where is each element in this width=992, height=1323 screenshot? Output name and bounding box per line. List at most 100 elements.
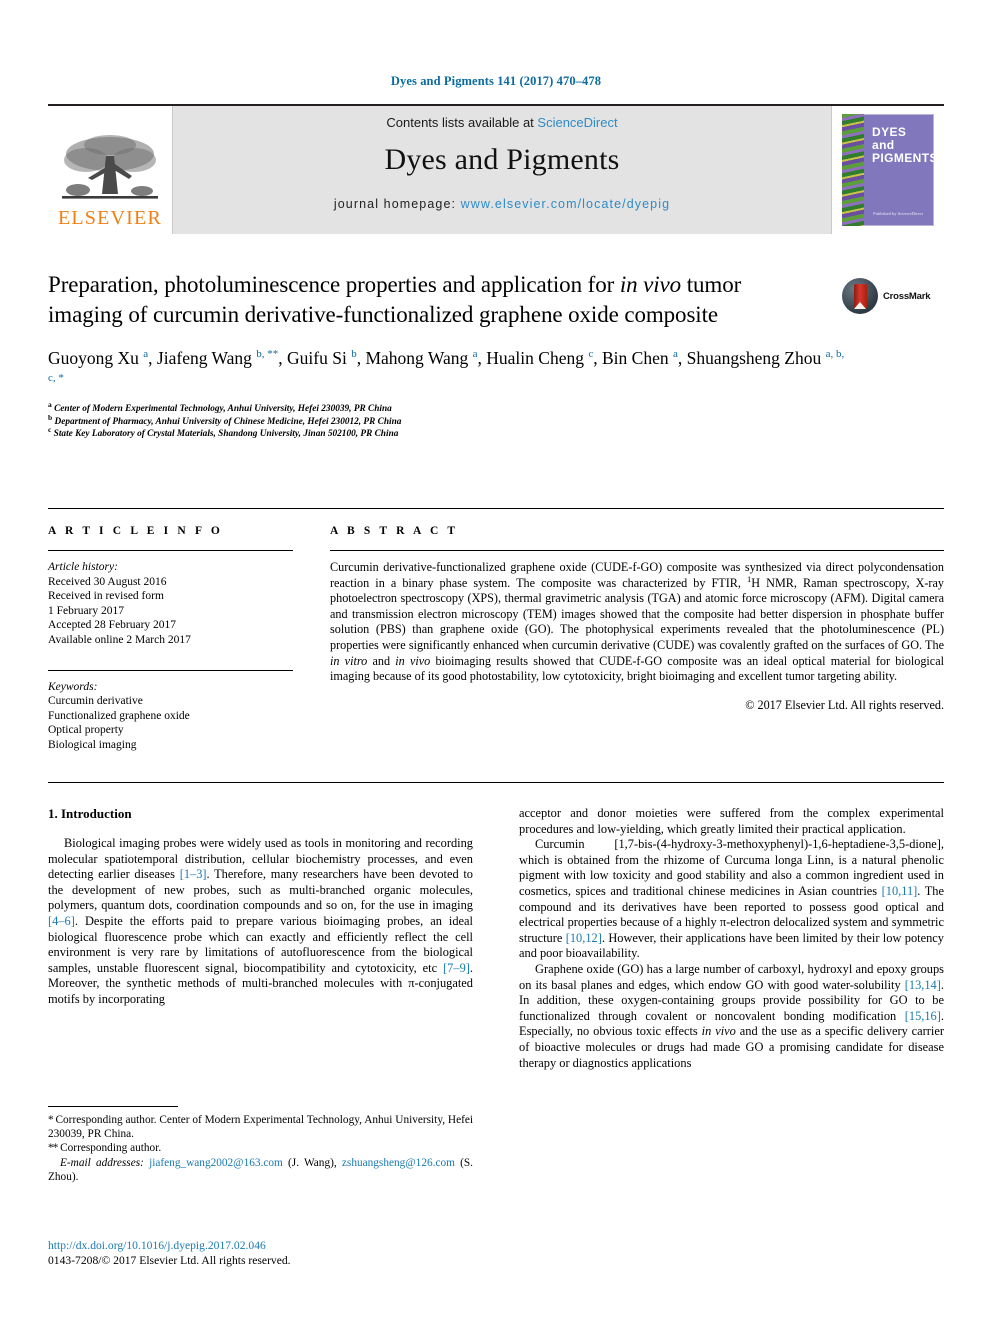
article-page: Dyes and Pigments 141 (2017) 470–478 ELS… bbox=[0, 0, 992, 1323]
author-name: Jiafeng Wang bbox=[156, 348, 252, 368]
journal-title: Dyes and Pigments bbox=[384, 143, 620, 176]
citation-ref[interactable]: [1–3] bbox=[180, 867, 207, 881]
abstract-heading: A B S T R A C T bbox=[330, 525, 459, 537]
divider bbox=[330, 550, 944, 551]
citation-ref[interactable]: [13,14] bbox=[905, 978, 941, 992]
abstract-text: Curcumin derivative-functionalized graph… bbox=[330, 560, 944, 685]
author-separator: , bbox=[278, 348, 288, 368]
citation-ref[interactable]: [4–6] bbox=[48, 914, 75, 928]
author-entry: Hualin Cheng c, bbox=[486, 348, 602, 368]
author-entry: Guifu Si b, bbox=[287, 348, 365, 368]
keyword-item: Functionalized graphene oxide bbox=[48, 709, 190, 722]
homepage-label: journal homepage: bbox=[333, 197, 461, 211]
go-text-1: Graphene oxide (GO) has a large number o… bbox=[519, 961, 944, 992]
affiliation-text: Center of Modern Experimental Technology… bbox=[54, 404, 392, 414]
elsevier-wordmark: ELSEVIER bbox=[57, 207, 163, 229]
affiliation-text: Department of Pharmacy, Anhui University… bbox=[54, 416, 402, 427]
affiliation-mark: a bbox=[48, 399, 52, 409]
section-heading-introduction: 1. Introduction bbox=[48, 806, 132, 821]
author-entry: Mahong Wang a, bbox=[365, 348, 486, 368]
doi-block: http://dx.doi.org/10.1016/j.dyepig.2017.… bbox=[48, 1238, 548, 1268]
elsevier-tree-icon bbox=[62, 135, 158, 199]
email-link-1[interactable]: jiafeng_wang2002@163.com bbox=[149, 1157, 283, 1169]
intro-paragraph-right-2: Curcumin [1,7-bis-(4-hydroxy-3-methoxyph… bbox=[519, 837, 944, 962]
keyword-item: Optical property bbox=[48, 724, 124, 737]
intro-paragraph-right-3: Graphene oxide (GO) has a large number o… bbox=[519, 962, 944, 1071]
article-info-column: A R T I C L E I N F O Article history: R… bbox=[48, 525, 293, 753]
issn-copyright-line: 0143-7208/© 2017 Elsevier Ltd. All right… bbox=[48, 1254, 291, 1267]
intro-paragraph-left: Biological imaging probes were widely us… bbox=[48, 836, 473, 1008]
abstract-part-3: and bbox=[367, 653, 396, 668]
affiliation-list: a Center of Modern Experimental Technolo… bbox=[48, 399, 944, 441]
keywords-block: Keywords: Curcumin derivative Functional… bbox=[48, 680, 293, 753]
email-owner-1: (J. Wang), bbox=[282, 1156, 342, 1169]
author-entry: Jiafeng Wang b, **, bbox=[157, 348, 287, 368]
footnotes-block: * Corresponding author. Center of Modern… bbox=[48, 1106, 473, 1184]
author-list: Guoyong Xu a, Jiafeng Wang b, **, Guifu … bbox=[48, 346, 848, 394]
history-line: 1 February 2017 bbox=[48, 604, 125, 617]
body-right-column: acceptor and donor moieties were suffere… bbox=[519, 806, 944, 1071]
author-name: Guoyong Xu bbox=[48, 348, 139, 368]
divider bbox=[48, 550, 293, 551]
body-left-column: 1. Introduction Biological imaging probe… bbox=[48, 806, 473, 1071]
body-columns: 1. Introduction Biological imaging probe… bbox=[48, 806, 944, 1071]
footnote-corresponding-1: * Corresponding author. Center of Modern… bbox=[48, 1113, 473, 1141]
page-title: Preparation, photoluminescence propertie… bbox=[48, 270, 818, 330]
sciencedirect-link[interactable]: ScienceDirect bbox=[537, 115, 617, 130]
doi-link[interactable]: http://dx.doi.org/10.1016/j.dyepig.2017.… bbox=[48, 1238, 548, 1253]
masthead-center: Contents lists available at ScienceDirec… bbox=[172, 106, 832, 234]
history-line: Received in revised form bbox=[48, 590, 164, 603]
elsevier-logo: ELSEVIER bbox=[48, 106, 172, 234]
crossmark-label: CrossMark bbox=[883, 290, 931, 302]
title-block: CrossMark Preparation, photoluminescence… bbox=[48, 270, 944, 441]
footnote-divider bbox=[48, 1106, 178, 1107]
go-italic-in-vivo: in vivo bbox=[701, 1024, 736, 1039]
footnote-mark: ** bbox=[48, 1142, 58, 1155]
author-separator: , bbox=[677, 348, 687, 368]
email-label: E-mail addresses: bbox=[60, 1156, 144, 1169]
journal-masthead: ELSEVIER Contents lists available at Sci… bbox=[48, 104, 944, 234]
intro-paragraph-right-1: acceptor and donor moieties were suffere… bbox=[519, 806, 944, 836]
author-separator: , bbox=[593, 348, 602, 368]
affiliation-item: b Department of Pharmacy, Anhui Universi… bbox=[48, 413, 944, 429]
crossmark-badge[interactable]: CrossMark bbox=[842, 276, 938, 316]
crossmark-icon bbox=[842, 278, 878, 314]
abstract-column: A B S T R A C T Curcumin derivative-func… bbox=[293, 525, 944, 753]
affiliation-text: State Key Laboratory of Crystal Material… bbox=[53, 429, 399, 439]
author-entry: Bin Chen a, bbox=[602, 348, 687, 368]
body-divider bbox=[48, 782, 944, 783]
affiliation-item: c State Key Laboratory of Crystal Materi… bbox=[48, 424, 944, 441]
affiliation-mark: c bbox=[48, 424, 52, 434]
affiliation-item: a Center of Modern Experimental Technolo… bbox=[48, 399, 944, 416]
author-entry: Guoyong Xu a, bbox=[48, 348, 157, 368]
footnote-text: Corresponding author. Center of Modern E… bbox=[48, 1114, 473, 1141]
citation-ref[interactable]: [15,16] bbox=[905, 1009, 941, 1023]
homepage-url-link[interactable]: www.elsevier.com/locate/dyepig bbox=[461, 197, 670, 211]
history-line: Received 30 August 2016 bbox=[48, 575, 167, 588]
history-line: Available online 2 March 2017 bbox=[48, 633, 191, 646]
author-name: Mahong Wang bbox=[365, 348, 469, 368]
footnote-corresponding-2: ** Corresponding author. bbox=[48, 1141, 473, 1155]
author-separator: , bbox=[148, 348, 157, 368]
intro-text-3: . Despite the efforts paid to prepare va… bbox=[48, 913, 473, 975]
citation-ref[interactable]: [10,12] bbox=[566, 931, 602, 945]
cover-title: DYES and PIGMENTS bbox=[872, 126, 934, 165]
contents-available-line: Contents lists available at ScienceDirec… bbox=[386, 115, 617, 130]
author-affil-mark: b, ** bbox=[256, 348, 279, 361]
author-separator: , bbox=[477, 348, 487, 368]
citation-ref[interactable]: [10,11] bbox=[882, 884, 918, 898]
author-name: Hualin Cheng bbox=[486, 348, 584, 368]
footnote-emails: E-mail addresses: jiafeng_wang2002@163.c… bbox=[48, 1156, 473, 1184]
history-line: Accepted 28 February 2017 bbox=[48, 619, 177, 632]
abstract-italic-in-vivo: in vivo bbox=[395, 653, 431, 668]
keyword-item: Biological imaging bbox=[48, 738, 137, 751]
cover-footer-text: Published by ScienceDirect bbox=[873, 211, 923, 216]
article-history-label: Article history: bbox=[48, 561, 118, 573]
info-abstract-section: A R T I C L E I N F O Article history: R… bbox=[48, 508, 944, 753]
title-part-1: Preparation, photoluminescence propertie… bbox=[48, 272, 620, 297]
running-head: Dyes and Pigments 141 (2017) 470–478 bbox=[390, 74, 602, 88]
citation-ref[interactable]: [7–9] bbox=[443, 961, 470, 975]
author-name: Bin Chen bbox=[601, 348, 669, 368]
title-italic-in-vivo: in vivo bbox=[619, 272, 682, 297]
email-link-2[interactable]: zshuangsheng@126.com bbox=[342, 1157, 455, 1169]
